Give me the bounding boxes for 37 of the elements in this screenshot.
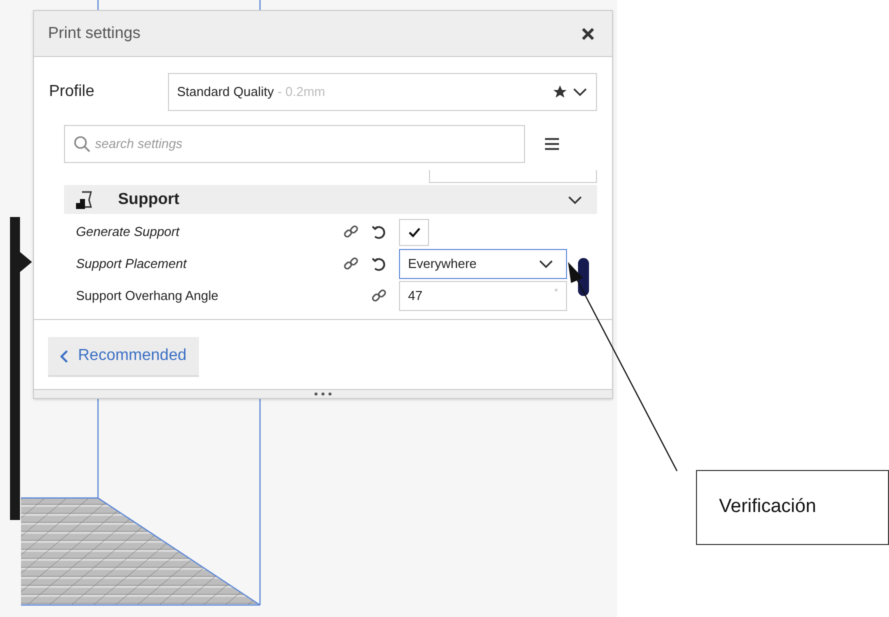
setting-label: Support Overhang Angle [75,287,220,306]
link-icon [343,256,359,272]
search-input[interactable]: search settings [95,134,516,154]
reset-icon[interactable] [371,256,387,272]
category-header[interactable]: Support [64,185,597,214]
number-field[interactable]: 47 ° [399,281,567,311]
search-icon [73,135,91,153]
star-icon[interactable] [552,84,568,100]
check-icon [408,226,420,238]
unit-label: ° [554,286,558,299]
support-icon [74,190,94,210]
resize-handle[interactable] [34,389,612,398]
close-icon [581,26,595,40]
setting-label: Generate Support [75,223,181,242]
recommended-button[interactable]: Recommended [48,337,198,377]
checkbox[interactable] [399,218,429,246]
profile-value: Standard Quality - 0.2mm [177,83,326,102]
reset-icon[interactable] [371,224,387,240]
link-icon [371,288,387,304]
profile-dropdown[interactable]: Standard Quality - 0.2mm [168,73,597,111]
profile-label: Profile [49,82,96,102]
dropdown-value: Everywhere [408,255,477,274]
scrollbar-handle[interactable] [578,258,589,296]
chevron-down-icon [538,259,554,269]
pointer-icon [20,252,32,272]
annotation-text: Verificación [719,495,816,520]
category-title: Support [118,190,180,210]
search-field[interactable]: search settings [64,125,525,163]
field-value: 47 [408,287,422,306]
setting-label: Support Placement [75,255,188,274]
link-icon [343,224,359,240]
menu-icon [544,137,560,151]
window-title: Print settings [48,24,140,44]
dots-icon [313,392,333,396]
dropdown[interactable]: Everywhere [399,249,567,279]
chevron-down-icon [572,87,588,97]
chevron-left-icon [60,350,68,362]
